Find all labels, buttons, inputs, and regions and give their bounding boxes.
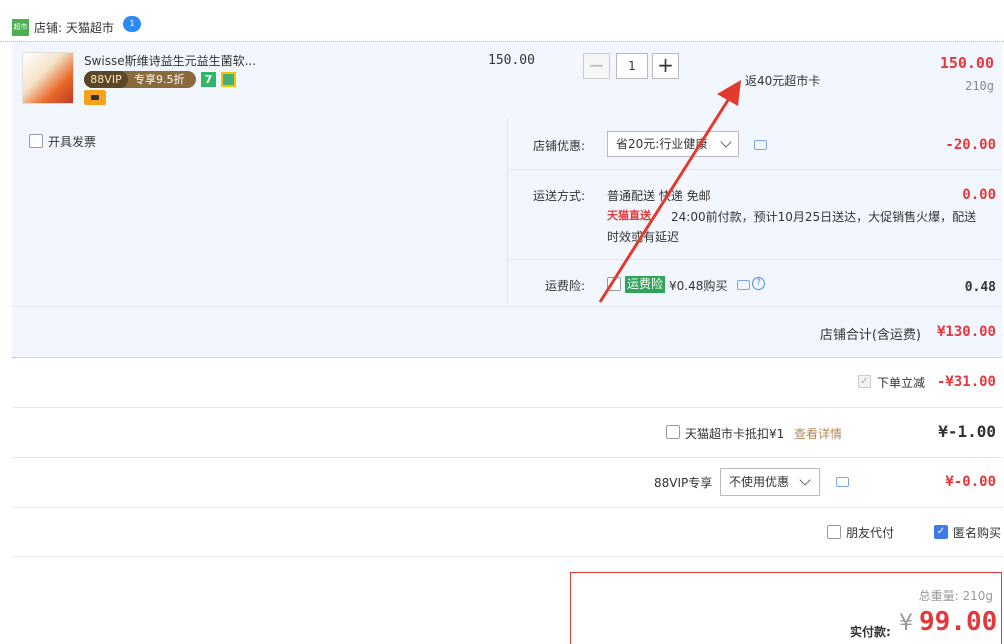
instant-discount-amount: -¥31.00 [936, 374, 996, 390]
shop-logo-icon: 超市 [12, 19, 29, 36]
invoice-label[interactable]: 开具发票 [48, 133, 96, 150]
actual-payment-label: 实付款: [850, 625, 891, 639]
vip-discount-row: 88VIP专享 不使用优惠 ¥-0.00 [12, 458, 1002, 508]
anonymous-checkbox[interactable]: ✓ [934, 525, 948, 539]
supermarket-card-amount: ¥-1.00 [938, 422, 996, 441]
vip-discount-badge: 88VIP 专享9.5折 [84, 71, 196, 88]
store-total-label: 店铺合计(含运费) [819, 328, 921, 343]
currency-symbol: ¥ [899, 611, 913, 636]
insurance-checkbox[interactable] [607, 277, 621, 291]
vip-select-value: 不使用优惠 [729, 475, 790, 489]
shop-header: 超市 店铺: 天猫超市 1 [0, 0, 1004, 42]
insurance-label: 运费险: [544, 279, 585, 293]
shipping-amount: 0.00 [962, 187, 996, 203]
store-total-row: 店铺合计(含运费) ¥130.00 [12, 306, 1002, 358]
supermarket-card-checkbox[interactable] [666, 425, 680, 439]
comment-icon[interactable] [737, 280, 750, 290]
shop-name[interactable]: 店铺: 天猫超市 [34, 19, 114, 36]
vip-discount-text: 专享9.5折 [134, 73, 185, 86]
certified-icon [221, 72, 236, 87]
store-discount-row: 店铺优惠: 省20元:行业健康 -20.00 [509, 118, 1002, 170]
card-payment-icon [84, 90, 106, 105]
shipping-method: 普通配送 快递 免邮 [607, 189, 711, 203]
product-title[interactable]: Swisse斯维诗益生元益生菌软... [84, 52, 256, 69]
quantity-input[interactable]: 1 [616, 53, 648, 79]
supermarket-card-row: 天猫超市卡抵扣¥1 查看详情 ¥-1.00 [12, 408, 1002, 458]
tmall-delivery-logo: 天猫直送 [607, 209, 651, 222]
instant-discount-row: ✓ 下单立减 -¥31.00 [12, 358, 1002, 408]
quantity-increase-button[interactable]: + [652, 53, 679, 79]
insurance-price: ¥0.48购买 [669, 279, 728, 293]
shipping-detail-continued: 时效或有延迟 [607, 230, 680, 244]
supermarket-card-label[interactable]: 天猫超市卡抵扣¥1 [685, 425, 784, 442]
vip-tag: 88VIP [84, 71, 128, 88]
insurance-amount: 0.48 [964, 280, 996, 295]
friend-pay-checkbox[interactable] [827, 525, 841, 539]
chevron-down-icon [720, 136, 732, 148]
shipping-label: 运送方式: [532, 189, 585, 203]
anonymous-label[interactable]: 匿名购买 [953, 524, 1001, 541]
order-options: 开具发票 店铺优惠: 省20元:行业健康 -20.00 运送方式: 普通配送 快… [12, 118, 1002, 358]
comment-icon[interactable] [754, 140, 767, 150]
payment-options-row: 朋友代付 ✓ 匿名购买 [12, 508, 1002, 557]
shipping-row: 运送方式: 普通配送 快递 免邮 天猫直送 24:00前付款，预计10月25日送… [509, 170, 1002, 260]
shipping-detail: 24:00前付款，预计10月25日送达，大促销售火爆，配送 [671, 210, 977, 224]
product-image[interactable] [22, 52, 74, 104]
invoice-section: 开具发票 [12, 118, 508, 306]
item-row: Swisse斯维诗益生元益生菌软... 88VIP 专享9.5折 7 150.0… [12, 42, 1002, 118]
seven-day-return-icon: 7 [201, 72, 216, 87]
friend-pay-label[interactable]: 朋友代付 [846, 524, 894, 541]
chat-icon[interactable]: 1 [123, 16, 141, 32]
vip-exclusive-label: 88VIP专享 [654, 476, 713, 490]
instant-discount-label: 下单立减 [877, 376, 926, 390]
total-weight: 总重量: 210g [918, 589, 993, 603]
chevron-down-icon [799, 474, 811, 486]
store-discount-amount: -20.00 [945, 137, 996, 153]
instant-discount-checkbox: ✓ [858, 375, 871, 388]
vip-discount-select[interactable]: 不使用优惠 [720, 468, 820, 496]
store-discount-label: 店铺优惠: [532, 139, 585, 153]
item-total-price: 150.00 [939, 54, 994, 72]
store-total-amount: ¥130.00 [936, 324, 996, 340]
help-icon[interactable]: ? [752, 277, 765, 290]
item-weight: 210g [965, 79, 994, 93]
vip-discount-amount: ¥-0.00 [945, 474, 996, 490]
invoice-checkbox[interactable] [29, 134, 43, 148]
insurance-tag: 运费险 [625, 276, 666, 293]
store-discount-select[interactable]: 省20元:行业健康 [607, 131, 739, 157]
store-discount-value: 省20元:行业健康 [616, 137, 708, 151]
shipping-insurance-row: 运费险: 运费险 ¥0.48购买 ? 0.48 [509, 260, 1002, 306]
comment-icon[interactable] [836, 477, 849, 487]
cashback-note: 返40元超市卡 [745, 74, 821, 88]
quantity-decrease-button[interactable]: − [583, 53, 610, 79]
payment-summary-box: 总重量: 210g 实付款: ¥ 99.00 [570, 572, 1002, 644]
actual-payment-amount: 99.00 [919, 607, 998, 637]
view-details-link[interactable]: 查看详情 [794, 425, 842, 442]
unit-price: 150.00 [488, 53, 535, 68]
